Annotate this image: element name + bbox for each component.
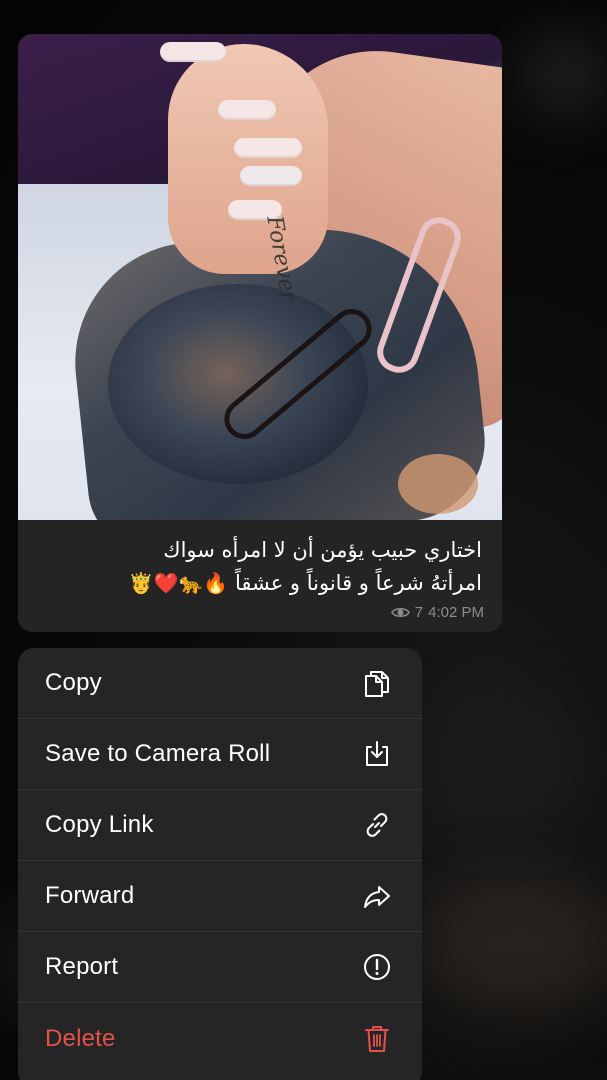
- message-bubble[interactable]: Forever اختاري حبيب يؤمن أن لا امرأه سوا…: [18, 34, 502, 632]
- background-blur: [430, 700, 590, 820]
- caption-emojis: 🔥🐆❤️🤴: [128, 571, 229, 595]
- message-photo[interactable]: Forever: [18, 34, 502, 520]
- menu-item-copy-link[interactable]: Copy Link: [18, 790, 422, 861]
- forward-arrow-icon: [360, 879, 394, 913]
- menu-item-forward[interactable]: Forward: [18, 861, 422, 932]
- menu-item-label: Copy Link: [45, 811, 154, 838]
- background-blur: [420, 880, 607, 1010]
- view-count: 7: [414, 604, 424, 621]
- eye-icon: [390, 606, 410, 619]
- background-blur: [520, 40, 607, 110]
- menu-item-save-to-camera-roll[interactable]: Save to Camera Roll: [18, 719, 422, 790]
- trash-icon: [360, 1022, 394, 1056]
- context-menu: Copy Save to Camera Roll Copy Link Forwa…: [18, 648, 422, 1080]
- menu-item-report[interactable]: Report: [18, 932, 422, 1003]
- copy-icon: [360, 666, 394, 700]
- caption-line-1: اختاري حبيب يؤمن أن لا امرأه سواك: [163, 538, 482, 562]
- message-time: 4:02 PM: [428, 604, 484, 621]
- message-meta: 7 4:02 PM: [390, 604, 484, 621]
- menu-item-delete[interactable]: Delete: [18, 1003, 422, 1074]
- menu-item-label: Copy: [45, 669, 102, 696]
- message-caption: اختاري حبيب يؤمن أن لا امرأه سواك امرأته…: [42, 534, 482, 600]
- caption-line-2: امرأتهُ شرعاً و قانوناً و عشقاً: [234, 571, 482, 595]
- report-exclamation-icon: [360, 950, 394, 984]
- context-menu-overlay: Forever اختاري حبيب يؤمن أن لا امرأه سوا…: [0, 0, 607, 1080]
- menu-item-label: Report: [45, 953, 119, 980]
- link-icon: [360, 808, 394, 842]
- menu-item-copy[interactable]: Copy: [18, 648, 422, 719]
- menu-item-label: Delete: [45, 1024, 116, 1052]
- menu-item-label: Save to Camera Roll: [45, 740, 271, 767]
- menu-item-label: Forward: [45, 882, 135, 909]
- save-download-icon: [360, 737, 394, 771]
